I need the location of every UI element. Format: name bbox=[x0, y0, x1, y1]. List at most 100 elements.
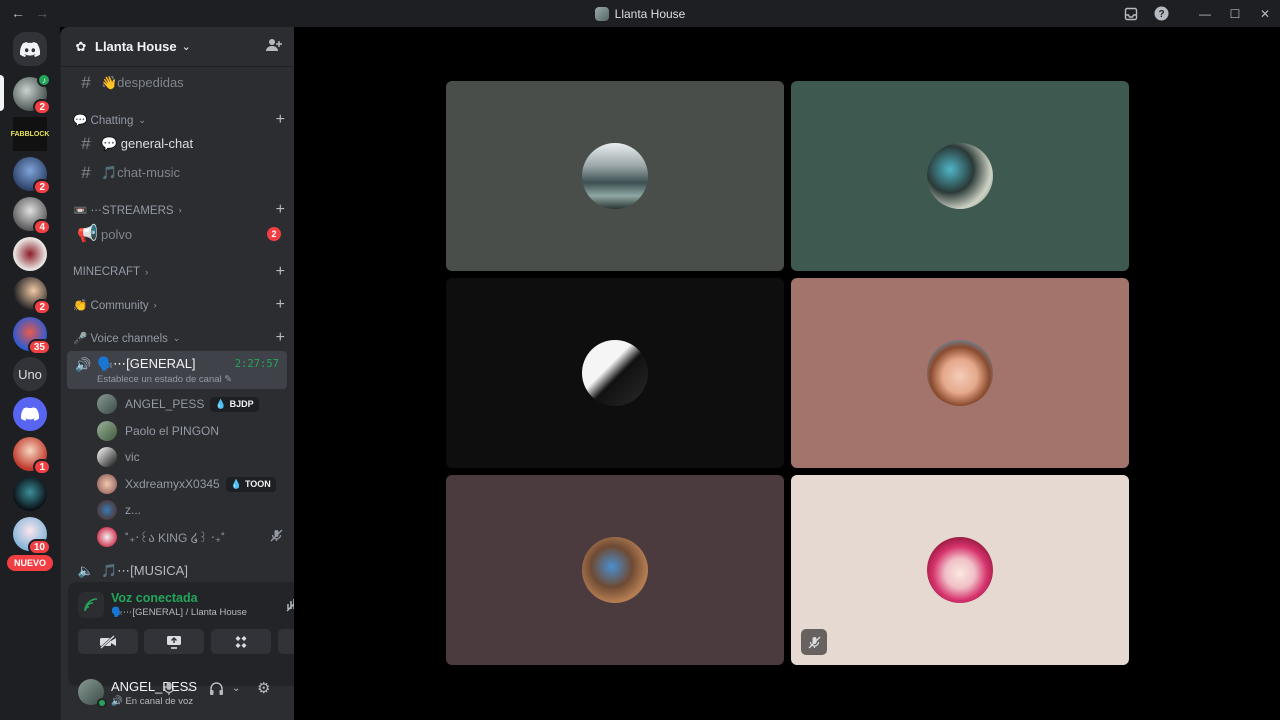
chevron-down-icon: ⌄ bbox=[138, 114, 146, 125]
server-discord-bot[interactable] bbox=[13, 397, 47, 431]
voice-user[interactable]: z... bbox=[97, 498, 283, 522]
category-community[interactable]: 👏 Community › + bbox=[73, 296, 287, 314]
close-icon[interactable]: ✕ bbox=[1250, 0, 1280, 27]
participant-tile[interactable] bbox=[446, 81, 784, 271]
avatar bbox=[582, 143, 648, 209]
server-badge: 35 bbox=[27, 339, 51, 355]
discord-logo-icon bbox=[13, 397, 47, 431]
server-badge: 2 bbox=[33, 299, 51, 315]
category-minecraft[interactable]: MINECRAFT › + bbox=[73, 263, 287, 281]
category-chatting[interactable]: 💬 Chatting ⌄ + bbox=[73, 111, 287, 129]
category-voice-channels[interactable]: 🎤 Voice channels ⌄ + bbox=[73, 329, 287, 347]
server-badge: 1 bbox=[33, 459, 51, 475]
server-header[interactable]: ✿ Llanta House ⌄ bbox=[61, 27, 294, 67]
channel-label: 💬 general-chat bbox=[101, 136, 194, 151]
headphones-icon[interactable] bbox=[209, 681, 224, 699]
voice-channel-musica[interactable]: 🔈 🎵⋯[MUSICA] bbox=[69, 558, 287, 584]
voice-user-name: vic bbox=[125, 450, 140, 464]
category-label: 🎤 Voice channels bbox=[73, 333, 168, 345]
server-9[interactable]: 1 bbox=[13, 437, 51, 475]
server-uno[interactable]: Uno bbox=[13, 357, 47, 391]
minimize-icon[interactable]: — bbox=[1190, 0, 1220, 27]
server-3[interactable]: 2 bbox=[13, 157, 51, 195]
add-channel-icon[interactable]: + bbox=[276, 329, 285, 347]
camera-off-button[interactable] bbox=[78, 629, 138, 654]
mention-badge: 2 bbox=[267, 227, 281, 241]
category-label: 📼 ⋯STREAMERS bbox=[73, 205, 174, 217]
server-fablock[interactable]: FABBLOCK bbox=[11, 117, 49, 151]
avatar bbox=[582, 537, 648, 603]
maximize-icon[interactable]: ☐ bbox=[1220, 0, 1250, 27]
server-llanta-house[interactable]: 2 ♪ bbox=[13, 73, 51, 115]
pencil-icon: ✎ bbox=[224, 374, 233, 385]
add-channel-icon[interactable]: + bbox=[276, 263, 285, 281]
participant-tile[interactable] bbox=[446, 278, 784, 468]
call-stage bbox=[294, 27, 1280, 720]
chevron-down-icon[interactable]: ⌄ bbox=[232, 683, 240, 694]
add-member-icon[interactable] bbox=[266, 38, 282, 55]
server-7[interactable]: 35 bbox=[13, 317, 51, 355]
avatar bbox=[97, 447, 117, 467]
avatar bbox=[927, 143, 993, 209]
hashtag-icon: # bbox=[81, 73, 91, 92]
server-4[interactable]: 4 bbox=[13, 197, 51, 235]
user-status: 🔊 En canal de voz bbox=[111, 696, 194, 707]
participant-tile[interactable] bbox=[791, 475, 1129, 665]
voice-activity-icon: ♪ bbox=[37, 73, 51, 87]
muted-mic-icon bbox=[801, 629, 827, 655]
drop-icon: 💧 bbox=[215, 398, 227, 409]
participant-tile[interactable] bbox=[446, 475, 784, 665]
activities-button[interactable] bbox=[211, 629, 271, 654]
avatar bbox=[927, 537, 993, 603]
category-streamers[interactable]: 📼 ⋯STREAMERS › + bbox=[73, 201, 287, 219]
chevron-down-icon: ⌄ bbox=[172, 332, 181, 343]
avatar bbox=[582, 340, 648, 406]
new-badge[interactable]: NUEVO bbox=[7, 555, 53, 571]
voice-channel-general[interactable]: 🔊 🗣️⋯[GENERAL] 2:27:57 Establece un esta… bbox=[67, 351, 287, 389]
category-label: MINECRAFT bbox=[73, 266, 141, 278]
voice-user[interactable]: ˚₊‧꒰ა KING ໒꒱ ‧₊˚ bbox=[97, 525, 283, 549]
clan-tag: 💧 BJDP bbox=[210, 396, 259, 412]
inbox-icon[interactable] bbox=[1116, 0, 1146, 27]
add-channel-icon[interactable]: + bbox=[276, 296, 285, 314]
gear-icon[interactable]: ⚙ bbox=[257, 679, 270, 697]
speaker-icon: 🔈 bbox=[77, 563, 95, 578]
participant-tile[interactable] bbox=[791, 278, 1129, 468]
voice-user-name: z... bbox=[125, 503, 142, 517]
screen-share-button[interactable] bbox=[144, 629, 204, 654]
server-badge: 4 bbox=[33, 219, 51, 235]
drop-icon: 💧 bbox=[230, 478, 242, 489]
voice-user[interactable]: vic bbox=[97, 445, 283, 469]
add-channel-icon[interactable]: + bbox=[276, 111, 285, 129]
voice-user-name: Paolo el PINGON bbox=[125, 424, 220, 438]
voice-user[interactable]: XxdreamyxX0345 💧 TOON bbox=[97, 472, 283, 496]
channel-general-chat[interactable]: # 💬 general-chat bbox=[69, 131, 287, 157]
server-10[interactable] bbox=[13, 477, 47, 511]
voice-connected-subtitle[interactable]: 🗣️⋯[GENERAL] / Llanta House bbox=[111, 607, 247, 618]
microphone-icon[interactable] bbox=[163, 681, 175, 699]
voice-timer: 2:27:57 bbox=[234, 358, 279, 370]
voice-user[interactable]: ANGEL_PESS 💧 BJDP bbox=[97, 392, 283, 416]
voice-connected-title[interactable]: Voz conectada bbox=[111, 591, 198, 605]
megaphone-icon: 📢 bbox=[77, 224, 99, 243]
participant-tile[interactable] bbox=[791, 81, 1129, 271]
set-channel-status[interactable]: Establece un estado de canal ✎ bbox=[97, 374, 232, 385]
voice-user-name: XxdreamyxX0345 bbox=[125, 477, 220, 491]
speaker-icon: 🔊 bbox=[75, 357, 92, 372]
channel-despedidas[interactable]: # 👋despedidas bbox=[69, 70, 287, 96]
server-badge: 10 bbox=[27, 539, 51, 555]
discord-home-button[interactable] bbox=[13, 32, 47, 66]
server-11[interactable]: 10 bbox=[13, 517, 51, 555]
chevron-down-icon[interactable]: ⌄ bbox=[185, 683, 193, 694]
channel-polvo[interactable]: 📢 polvo 2 bbox=[69, 221, 287, 247]
add-channel-icon[interactable]: + bbox=[276, 201, 285, 219]
voice-user[interactable]: Paolo el PINGON bbox=[97, 419, 283, 443]
signal-icon[interactable] bbox=[78, 592, 104, 618]
chevron-right-icon: › bbox=[145, 267, 149, 277]
help-icon[interactable]: ? bbox=[1146, 0, 1176, 27]
server-badge: 2 bbox=[33, 179, 51, 195]
muted-mic-icon bbox=[270, 529, 283, 545]
channel-chat-music[interactable]: # 🎵chat-music bbox=[69, 160, 287, 186]
server-5[interactable] bbox=[13, 237, 47, 271]
server-6[interactable]: 2 bbox=[13, 277, 51, 315]
